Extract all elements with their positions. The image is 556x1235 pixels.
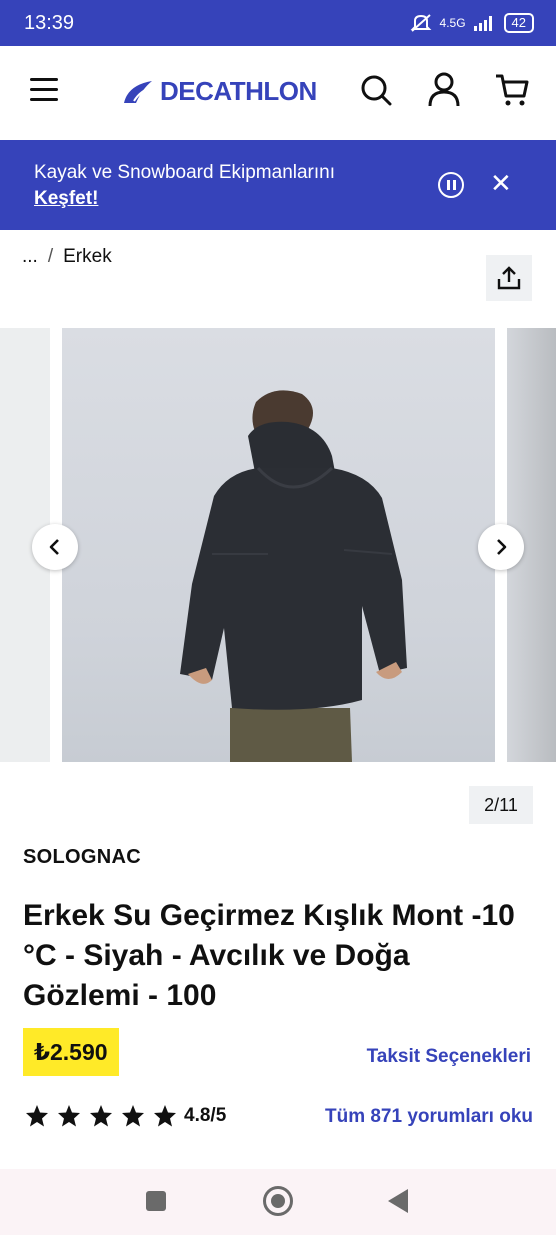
jacket-image xyxy=(180,390,407,762)
share-icon xyxy=(497,266,521,290)
breadcrumb-separator: / xyxy=(47,246,54,267)
battery-icon: 42 xyxy=(503,13,534,33)
banner-message: Kayak ve Snowboard Ekipmanlarını Keşfet! xyxy=(34,160,335,212)
close-icon[interactable]: ✕ xyxy=(490,168,512,198)
banner-text: Kayak ve Snowboard Ekipmanlarını xyxy=(34,162,335,183)
product-price: ₺2.590 xyxy=(23,1028,119,1076)
star-icon xyxy=(58,1105,80,1127)
star-icon xyxy=(26,1105,48,1127)
gallery-next-button[interactable] xyxy=(478,524,524,570)
gallery-prev-button[interactable] xyxy=(32,524,78,570)
back-button[interactable] xyxy=(388,1189,408,1213)
star-icon xyxy=(90,1105,112,1127)
menu-icon[interactable] xyxy=(30,78,58,102)
site-header: DECATHLON xyxy=(0,46,556,140)
recents-button[interactable] xyxy=(146,1191,166,1211)
chevron-right-icon xyxy=(497,539,507,555)
pause-icon[interactable] xyxy=(438,172,464,198)
image-counter: 2/11 xyxy=(469,786,533,824)
search-icon[interactable] xyxy=(357,70,395,110)
cart-icon[interactable] xyxy=(493,70,531,110)
star-icon xyxy=(122,1105,144,1127)
status-icons: 4.5G 42 xyxy=(410,13,534,33)
account-icon[interactable] xyxy=(425,70,463,110)
reviews-link[interactable]: Tüm 871 yorumları oku xyxy=(325,1106,533,1128)
status-bar: 13:39 4.5G 42 xyxy=(0,0,556,46)
mute-icon xyxy=(410,14,431,32)
home-button[interactable] xyxy=(263,1186,293,1216)
chevron-left-icon xyxy=(49,539,59,555)
breadcrumb: ... / Erkek xyxy=(22,246,112,268)
share-button[interactable] xyxy=(486,255,532,301)
rating-value: 4.8/5 xyxy=(184,1105,227,1126)
breadcrumb-current[interactable]: Erkek xyxy=(63,246,112,268)
promo-banner: Kayak ve Snowboard Ekipmanlarını Keşfet!… xyxy=(0,140,556,230)
logo-icon xyxy=(124,80,153,103)
product-title: Erkek Su Geçirmez Kışlık Mont -10 °C - S… xyxy=(23,899,515,1012)
product-rating[interactable]: 4.8/5 xyxy=(24,1104,226,1128)
brand-logo[interactable]: DECATHLON xyxy=(122,76,317,107)
star-icon xyxy=(154,1105,176,1127)
logo-text: DECATHLON xyxy=(160,76,317,106)
installment-link[interactable]: Taksit Seçenekleri xyxy=(367,1046,531,1068)
product-image[interactable] xyxy=(62,328,495,762)
product-brand[interactable]: SOLOGNAC xyxy=(23,846,141,869)
rating-stars xyxy=(24,1104,178,1128)
status-time: 13:39 xyxy=(24,11,75,34)
network-label: 4.5G xyxy=(439,16,466,30)
breadcrumb-ellipsis[interactable]: ... xyxy=(22,246,38,268)
signal-icon xyxy=(473,16,492,31)
product-gallery xyxy=(0,328,556,762)
android-nav-bar xyxy=(0,1169,556,1235)
banner-link[interactable]: Keşfet! xyxy=(34,186,335,212)
